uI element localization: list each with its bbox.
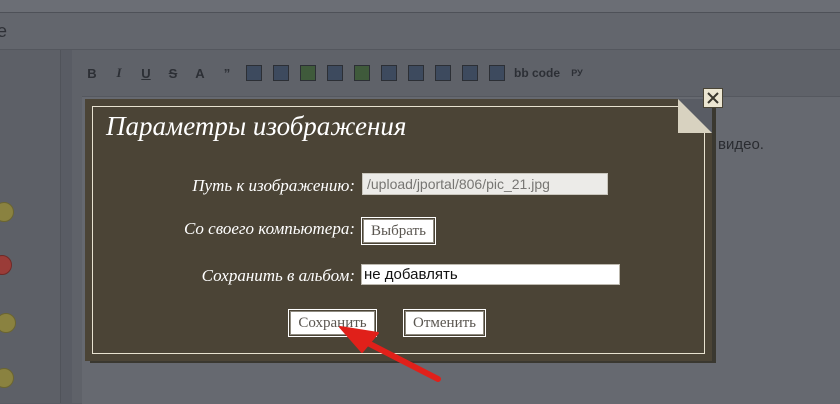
editor-toolbar: B I U S A ” bb code РУ [80,60,592,86]
translit-button[interactable]: РУ [565,62,589,84]
bold-button[interactable]: B [80,62,104,84]
browser-topbar [0,0,840,13]
album-select[interactable]: не добавлять [361,264,620,285]
save-button[interactable]: Сохранить [288,309,377,337]
smiley-icon[interactable] [458,62,482,84]
image-path-input[interactable]: /upload/jportal/806/pic_21.jpg [362,173,608,195]
bulleted-list-icon[interactable] [431,62,455,84]
path-label: Путь к изображению: [192,176,355,195]
page-header: e [0,13,840,50]
code-icon[interactable] [269,62,293,84]
glasses-icon[interactable] [242,62,266,84]
left-sidebar [0,50,61,403]
smiley-icon[interactable] [0,255,12,275]
video-icon[interactable] [350,62,374,84]
underline-button[interactable]: U [134,62,158,84]
globe-icon[interactable] [296,62,320,84]
align-icon[interactable] [377,62,401,84]
choose-file-button[interactable]: Выбрать [361,217,436,245]
quote-button[interactable]: ” [215,62,239,84]
font-button[interactable]: A [188,62,212,84]
smiley-icon[interactable] [0,368,14,388]
smiley-icon[interactable] [0,313,16,333]
image-icon[interactable] [323,62,347,84]
close-button[interactable] [703,88,723,108]
italic-button[interactable]: I [107,62,131,84]
page-title-fragment: e [0,21,8,41]
computer-label: Со своего компьютера: [183,219,355,238]
smiley-icon[interactable] [0,202,14,222]
bbcode-button[interactable]: bb code [512,62,562,84]
album-label: Сохранить в альбом: [201,266,355,285]
numbered-list-icon[interactable] [404,62,428,84]
dialog-title: Параметры изображения [106,111,407,141]
editor-text: видео. [718,136,764,153]
cancel-button[interactable]: Отменить [403,309,486,337]
close-icon [707,92,719,104]
eraser-icon[interactable] [485,62,509,84]
strike-button[interactable]: S [161,62,185,84]
